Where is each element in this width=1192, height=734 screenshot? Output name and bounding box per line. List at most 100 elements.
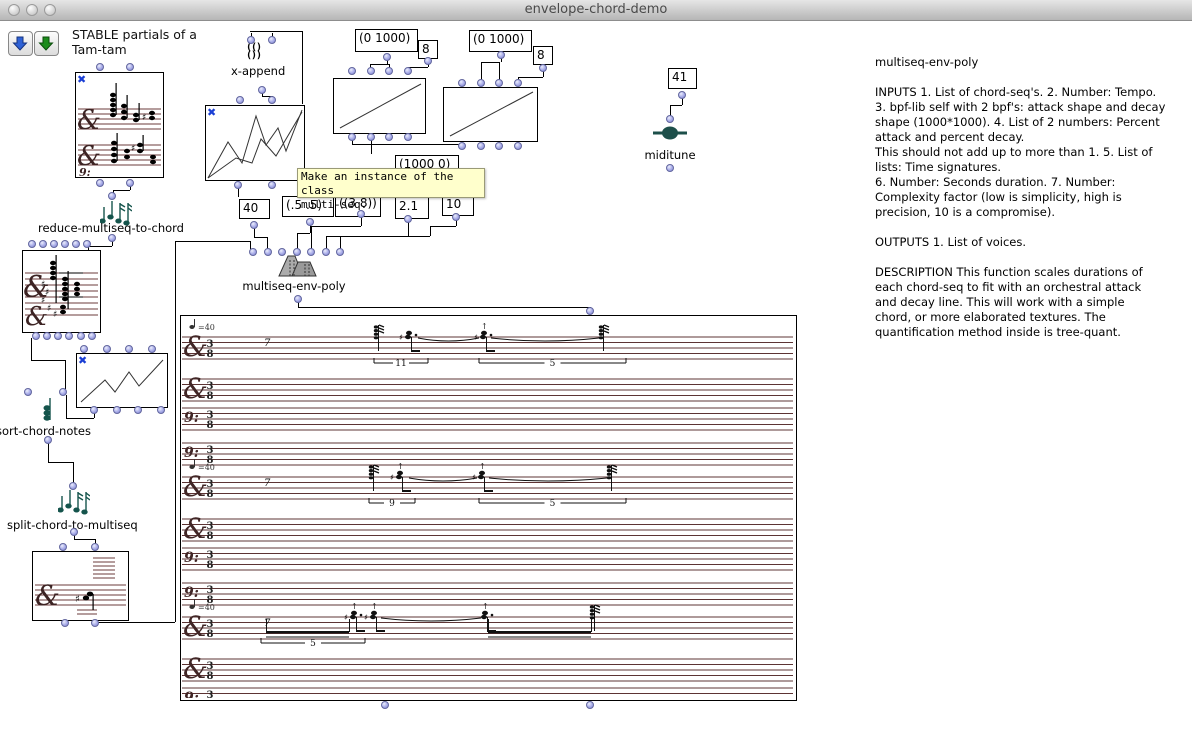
patch-connection-dot[interactable] <box>264 248 272 256</box>
patch-connection-dot[interactable] <box>32 332 40 340</box>
value-box-tempo[interactable]: 40 <box>239 199 270 219</box>
patch-connection-dot[interactable] <box>249 248 257 256</box>
patch-connection-dot[interactable] <box>126 179 134 187</box>
patch-connection-dot[interactable] <box>381 701 389 709</box>
patch-connection-dot[interactable] <box>108 192 116 200</box>
save-blue-arrow-button[interactable] <box>8 31 33 56</box>
patch-connection-dot[interactable] <box>293 248 301 256</box>
patch-connection-dot[interactable] <box>234 181 242 189</box>
patch-connection-dot[interactable] <box>495 142 503 150</box>
close-box-icon[interactable]: ✖ <box>77 74 86 85</box>
bpf-editor-box-xappend[interactable] <box>205 105 305 181</box>
bpf-editor-box-attack[interactable] <box>333 78 426 134</box>
patch-connection-dot[interactable] <box>69 482 77 490</box>
patch-connection-dot[interactable] <box>103 345 111 353</box>
patch-connection-dot[interactable] <box>90 406 98 414</box>
patch-connection-dot[interactable] <box>83 240 91 248</box>
patch-connection-dot[interactable] <box>294 295 302 303</box>
patch-connection-dot[interactable] <box>72 240 80 248</box>
load-green-arrow-button[interactable] <box>34 31 59 56</box>
patch-connection-dot[interactable] <box>404 133 412 141</box>
patch-connection-dot[interactable] <box>452 213 460 221</box>
patch-connection-dot[interactable] <box>96 179 104 187</box>
patch-connection-dot[interactable] <box>236 96 244 104</box>
patch-connection-dot[interactable] <box>108 234 116 242</box>
patch-connection-dot[interactable] <box>348 133 356 141</box>
patch-connection-dot[interactable] <box>666 164 674 172</box>
patch-connection-dot[interactable] <box>126 63 134 71</box>
x-append-module[interactable]: (()()) <box>246 44 261 60</box>
patch-connection-dot[interactable] <box>477 142 485 150</box>
patch-connection-dot[interactable] <box>367 67 375 75</box>
patch-connection-dot[interactable] <box>322 248 330 256</box>
title-bar[interactable]: envelope-chord-demo <box>0 0 1192 21</box>
patch-connection-dot[interactable] <box>497 51 505 59</box>
patch-connection-dot[interactable] <box>367 133 375 141</box>
patch-connection-dot[interactable] <box>495 79 503 87</box>
patch-connection-dot[interactable] <box>148 345 156 353</box>
patch-connection-dot[interactable] <box>157 406 165 414</box>
patch-connection-dot[interactable] <box>134 406 142 414</box>
value-box-range-a[interactable]: (0 1000) <box>355 29 418 52</box>
patch-connection-dot[interactable] <box>258 86 266 94</box>
patch-connection-dot[interactable] <box>96 63 104 71</box>
patch-connection-dot[interactable] <box>113 406 121 414</box>
patch-canvas[interactable]: STABLE partials of a Tam-tam & & 9: <box>0 21 1192 734</box>
patch-connection-dot[interactable] <box>44 436 52 444</box>
multiseq-editor-box[interactable]: & & 9: ♯ ♯ <box>75 72 164 178</box>
patch-connection-dot[interactable] <box>61 619 69 627</box>
patch-connection-dot[interactable] <box>125 345 133 353</box>
patch-connection-dot[interactable] <box>268 36 276 44</box>
patch-connection-dot[interactable] <box>307 248 315 256</box>
value-box-eight-b[interactable]: 8 <box>533 46 553 65</box>
patch-connection-dot[interactable] <box>50 240 58 248</box>
chordseq-editor-box[interactable]: & & ♯♯♯ ♯♯ <box>22 250 101 333</box>
patch-connection-dot[interactable] <box>59 388 67 396</box>
patch-connection-dot[interactable] <box>586 307 594 315</box>
patch-connection-dot[interactable] <box>383 53 391 61</box>
patch-connection-dot[interactable] <box>247 36 255 44</box>
close-box-icon[interactable]: ✖ <box>207 107 216 118</box>
patch-connection-dot[interactable] <box>404 67 412 75</box>
patch-connection-dot[interactable] <box>65 332 73 340</box>
close-box-icon[interactable]: ✖ <box>78 355 87 366</box>
score-editor-box[interactable]: =40&38&389:389:387♯11♯↑5=40&38&389:389:3… <box>180 315 797 701</box>
patch-connection-dot[interactable] <box>514 79 522 87</box>
multiseq-env-poly-module[interactable] <box>277 254 317 281</box>
patch-connection-dot[interactable] <box>268 181 276 189</box>
miditune-module[interactable] <box>653 125 687 146</box>
patch-connection-dot[interactable] <box>458 142 466 150</box>
patch-connection-dot[interactable] <box>348 67 356 75</box>
patch-connection-dot[interactable] <box>268 96 276 104</box>
patch-connection-dot[interactable] <box>54 332 62 340</box>
patch-connection-dot[interactable] <box>61 240 69 248</box>
patch-connection-dot[interactable] <box>88 332 96 340</box>
patch-connection-dot[interactable] <box>43 332 51 340</box>
patch-connection-dot[interactable] <box>404 215 412 223</box>
patch-connection-dot[interactable] <box>539 64 547 72</box>
patch-connection-dot[interactable] <box>250 221 258 229</box>
patch-connection-dot[interactable] <box>336 248 344 256</box>
patch-connection-dot[interactable] <box>514 142 522 150</box>
patch-connection-dot[interactable] <box>458 79 466 87</box>
patch-connection-dot[interactable] <box>678 91 686 99</box>
patch-connection-dot[interactable] <box>666 115 674 123</box>
patch-connection-dot[interactable] <box>91 543 99 551</box>
patch-connection-dot[interactable] <box>24 388 32 396</box>
chord-editor-box[interactable]: & ♯ <box>32 551 129 621</box>
patch-connection-dot[interactable] <box>424 57 432 65</box>
patch-connection-dot[interactable] <box>77 332 85 340</box>
patch-connection-dot[interactable] <box>39 240 47 248</box>
bpf-editor-box-sort[interactable] <box>76 353 168 408</box>
bpf-editor-box-decay[interactable] <box>443 87 538 142</box>
patch-connection-dot[interactable] <box>59 543 67 551</box>
value-box-range-b[interactable]: (0 1000) <box>469 30 532 52</box>
patch-connection-dot[interactable] <box>477 79 485 87</box>
patch-connection-dot[interactable] <box>91 619 99 627</box>
patch-connection-dot[interactable] <box>385 133 393 141</box>
patch-connection-dot[interactable] <box>586 701 594 709</box>
patch-connection-dot[interactable] <box>306 218 314 226</box>
patch-connection-dot[interactable] <box>80 345 88 353</box>
split-chord-to-multiseq-module[interactable] <box>58 488 90 520</box>
value-box-midichannel[interactable]: 41 <box>668 68 697 89</box>
